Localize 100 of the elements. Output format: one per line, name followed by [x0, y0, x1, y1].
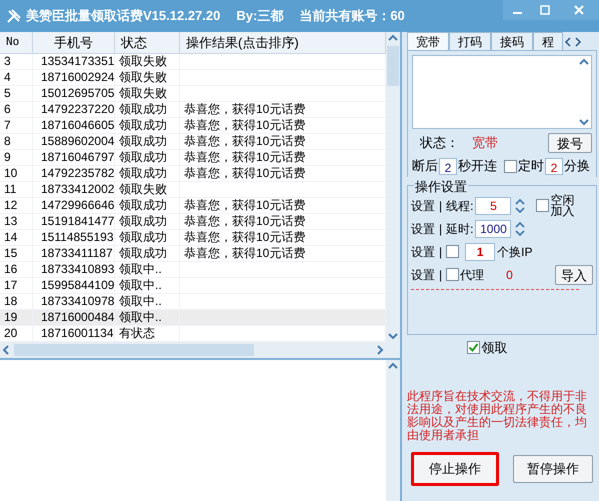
- checkbox[interactable]: [446, 245, 460, 258]
- input-field[interactable]: 5: [475, 196, 512, 214]
- table-cell: 15: [4, 246, 18, 261]
- table-cell: 有状态: [119, 326, 155, 341]
- table-cell: 恭喜您，获得10元话费: [184, 118, 306, 133]
- table-row[interactable]: 3 13534173351 领取失败: [0, 54, 386, 70]
- horizontal-scrollbar[interactable]: [0, 342, 386, 358]
- table-cell: 18: [4, 294, 18, 309]
- table-cell: 领取成功: [119, 134, 167, 149]
- table-cell: 17: [4, 278, 18, 293]
- vertical-scrollbar[interactable]: [386, 32, 400, 358]
- table-row[interactable]: 14 15114855193 领取成功 恭喜您，获得10元话费: [0, 230, 386, 246]
- table-cell: 领取成功: [119, 246, 167, 261]
- maximize-icon: [540, 5, 550, 15]
- status-value: 宽带: [472, 134, 498, 152]
- table-row[interactable]: 7 18716046605 领取成功 恭喜您，获得10元话费: [0, 118, 386, 134]
- table-row[interactable]: 6 14792237220 领取成功 恭喜您，获得10元话费: [0, 102, 386, 118]
- table-cell: 领取失败: [119, 182, 167, 197]
- minimize-button[interactable]: [503, 0, 531, 20]
- tab[interactable]: 程: [533, 32, 563, 50]
- account-count: 当前共有账号：60: [299, 7, 405, 26]
- spinner-icon[interactable]: [514, 220, 526, 238]
- table-cell: 18733410893: [41, 262, 114, 277]
- table-cell: 15114855193: [41, 230, 114, 245]
- table-cell: 恭喜您，获得10元话费: [184, 198, 306, 213]
- scroll-thumb[interactable]: [14, 344, 254, 356]
- table-cell: 领取中..: [119, 278, 162, 293]
- action-button[interactable]: 暂停操作: [513, 455, 593, 483]
- table-cell: 5: [4, 86, 11, 101]
- table-row[interactable]: 5 15012695705 领取失败: [0, 86, 386, 102]
- input-field[interactable]: 1: [465, 242, 496, 260]
- checkbox[interactable]: [466, 341, 480, 354]
- column-header[interactable]: 手机号: [54, 32, 93, 52]
- table-cell: 领取成功: [119, 230, 167, 245]
- table-cell: 18733411187: [41, 246, 113, 261]
- table-row[interactable]: 16 18733410893 领取中..: [0, 262, 386, 278]
- checkbox[interactable]: [446, 268, 460, 281]
- table-cell: 11: [4, 182, 16, 197]
- table-cell: 10: [4, 166, 18, 181]
- table-cell: 恭喜您，获得10元话费: [184, 230, 306, 245]
- table-row[interactable]: 4 18716002924 领取失败: [0, 70, 386, 86]
- table-row[interactable]: 12 14729966646 领取成功 恭喜您，获得10元话费: [0, 198, 386, 214]
- table-cell: 15995844109: [41, 278, 114, 293]
- table-cell: 恭喜您，获得10元话费: [184, 214, 306, 229]
- tab[interactable]: 宽带: [407, 32, 449, 50]
- separator: |: [439, 266, 442, 284]
- table-cell: 20: [4, 326, 18, 341]
- checkbox[interactable]: [536, 199, 550, 212]
- column-header[interactable]: 状态: [121, 32, 147, 52]
- table-cell: 领取中..: [119, 310, 162, 325]
- column-header[interactable]: No: [6, 34, 20, 51]
- tab[interactable]: 打码: [449, 32, 491, 50]
- checkbox[interactable]: [504, 160, 517, 172]
- minimize-icon: [512, 12, 522, 14]
- table-row[interactable]: 19 18716000484 领取中..: [0, 310, 386, 326]
- table-row[interactable]: 15 18733411187 领取成功 恭喜您，获得10元话费: [0, 246, 386, 262]
- table-row[interactable]: 17 15995844109 领取中..: [0, 278, 386, 294]
- action-button[interactable]: 停止操作: [411, 452, 499, 486]
- tab[interactable]: 接码: [491, 32, 533, 50]
- table-cell: 18716046605: [41, 118, 114, 133]
- input-field[interactable]: 2: [439, 158, 457, 174]
- vertical-scrollbar[interactable]: [386, 360, 400, 501]
- table-cell: 14: [4, 230, 18, 245]
- table-cell: 恭喜您，获得10元话费: [184, 166, 306, 181]
- table-cell: 19: [4, 310, 18, 325]
- table-cell: 18733410978: [41, 294, 114, 309]
- table-cell: 恭喜您，获得10元话费: [184, 246, 306, 261]
- table-cell: 14729966646: [41, 198, 114, 213]
- table-row[interactable]: 9 18716046797 领取成功 恭喜您，获得10元话费: [0, 150, 386, 166]
- input-field[interactable]: 2: [545, 158, 563, 174]
- table-cell: 领取中..: [119, 294, 162, 309]
- separator: |: [439, 244, 442, 260]
- table-cell: 7: [4, 118, 11, 133]
- input-field[interactable]: 1000: [475, 220, 512, 238]
- column-header[interactable]: 操作结果(点击排序): [186, 32, 299, 52]
- spinner-icon[interactable]: [514, 196, 526, 214]
- table-row[interactable]: 13 15191841477 领取成功 恭喜您，获得10元话费: [0, 214, 386, 230]
- table-row[interactable]: 18 18733410978 领取中..: [0, 294, 386, 310]
- import-button[interactable]: 导入: [555, 264, 593, 284]
- field-label: 延时:: [446, 220, 474, 238]
- scroll-thumb[interactable]: [387, 46, 399, 86]
- close-button[interactable]: [559, 0, 599, 20]
- table-cell: 恭喜您，获得10元话费: [184, 134, 306, 149]
- table-row[interactable]: 8 15889602004 领取成功 恭喜您，获得10元话费: [0, 134, 386, 150]
- table-cell: 恭喜您，获得10元话费: [184, 150, 306, 165]
- table-cell: 9: [4, 150, 11, 165]
- separator: |: [439, 220, 442, 238]
- table-row[interactable]: 20 18716001134 有状态: [0, 326, 386, 342]
- table-cell: 领取失败: [119, 86, 167, 101]
- table-cell: 15889602004: [41, 134, 114, 149]
- table-row[interactable]: 11 18733412002 领取失败: [0, 182, 386, 198]
- setting-label: 设置: [411, 198, 435, 214]
- dial-button[interactable]: 拨号: [548, 133, 592, 153]
- switch-ip-label: 个换IP: [497, 244, 532, 260]
- table-row[interactable]: 10 14792235782 领取成功 恭喜您，获得10元话费: [0, 166, 386, 182]
- text-area[interactable]: [412, 55, 592, 129]
- close-icon: [574, 5, 584, 15]
- scroll-left-icon[interactable]: [563, 36, 573, 48]
- table-cell: 12: [4, 198, 18, 213]
- scroll-right-icon[interactable]: [573, 36, 583, 48]
